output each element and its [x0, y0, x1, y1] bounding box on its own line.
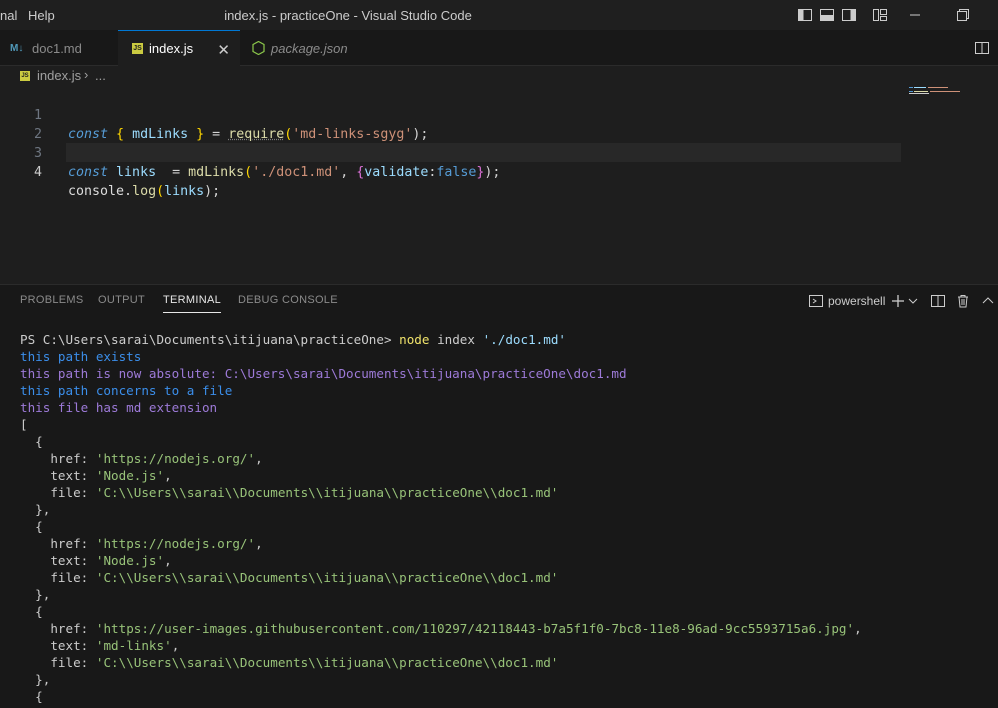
tab-package-json[interactable]: package.json	[240, 30, 370, 66]
terminal-line: file: 'C:\\Users\\sarai\\Documents\\itij…	[50, 570, 559, 585]
tab-debug-console[interactable]: DEBUG CONSOLE	[238, 294, 338, 306]
code-line: 2	[0, 106, 998, 142]
terminal-line: file: 'C:\\Users\\sarai\\Documents\\itij…	[50, 485, 559, 500]
toggle-primary-sidebar-icon[interactable]	[797, 7, 813, 23]
split-editor-icon[interactable]	[974, 40, 990, 56]
tab-label: index.js	[149, 41, 194, 56]
terminal-line: text: 'Node.js',	[50, 553, 172, 568]
restore-icon[interactable]	[940, 0, 986, 30]
terminal-output[interactable]: PS C:\Users\sarai\Documents\itijuana\pra…	[20, 331, 990, 705]
minimize-icon[interactable]	[892, 0, 938, 30]
title-bar: nal Help index.js - practiceOne - Visual…	[0, 0, 998, 30]
chevron-down-icon[interactable]	[907, 293, 919, 309]
js-icon: JS	[20, 71, 30, 81]
editor-tabs: M↓ doc1.md JS index.js ✕ package.json	[0, 30, 998, 66]
terminal-line: PS C:\Users\sarai\Documents\itijuana\pra…	[20, 332, 566, 347]
tab-label: package.json	[271, 40, 348, 56]
breadcrumb-symbols[interactable]: ...	[95, 68, 106, 83]
breadcrumb: JS index.js › ...	[0, 66, 998, 86]
breadcrumb-file[interactable]: index.js	[37, 68, 81, 83]
close-icon[interactable]: ✕	[217, 41, 230, 59]
tab-terminal[interactable]: TERMINAL	[163, 294, 222, 313]
terminal-line: this file has md extension	[20, 400, 218, 415]
terminal-line: href: 'https://nodejs.org/',	[50, 451, 263, 466]
code-line: 1 const { mdLinks } = require('md-links-…	[0, 87, 998, 142]
minimap[interactable]	[908, 86, 968, 98]
window-title: index.js - practiceOne - Visual Studio C…	[224, 8, 472, 23]
js-icon: JS	[132, 43, 143, 54]
customize-layout-icon[interactable]	[872, 7, 888, 23]
tab-problems[interactable]: PROBLEMS	[20, 294, 84, 306]
tab-doc1-md[interactable]: M↓ doc1.md	[0, 30, 118, 66]
tab-index-js[interactable]: JS index.js ✕	[118, 30, 240, 66]
bottom-panel: PROBLEMS OUTPUT TERMINAL DEBUG CONSOLE p…	[0, 284, 998, 708]
line-number: 4	[33, 165, 42, 180]
terminal-line: {	[35, 689, 43, 704]
terminal-line: href: 'https://user-images.githubusercon…	[50, 621, 862, 636]
terminal-icon	[809, 295, 823, 307]
markdown-icon: M↓	[10, 42, 24, 54]
terminal-line: {	[35, 519, 43, 534]
chevron-up-icon[interactable]	[981, 293, 995, 309]
terminal-shell-label[interactable]: powershell	[828, 294, 885, 308]
terminal-line: },	[35, 502, 51, 517]
toggle-secondary-sidebar-icon[interactable]	[841, 7, 857, 23]
terminal-line: this path exists	[20, 349, 142, 364]
terminal-line: {	[35, 434, 43, 449]
terminal-line: {	[35, 604, 43, 619]
chevron-right-icon: ›	[84, 67, 89, 82]
code-line: 4 console.log(links);	[0, 144, 998, 199]
tab-output[interactable]: OUTPUT	[98, 294, 145, 306]
trash-icon[interactable]	[955, 293, 971, 309]
code-line: 3 const links = mdLinks('./doc1.md', {va…	[0, 125, 998, 180]
nodejs-icon	[252, 41, 265, 55]
terminal-line: this path is now absolute: C:\Users\sara…	[20, 366, 627, 381]
toggle-panel-icon[interactable]	[819, 7, 835, 23]
terminal-line: href: 'https://nodejs.org/',	[50, 536, 263, 551]
split-terminal-icon[interactable]	[930, 293, 946, 309]
code-editor[interactable]: 1 const { mdLinks } = require('md-links-…	[0, 86, 998, 284]
new-terminal-icon[interactable]	[890, 293, 906, 309]
terminal-line: this path concerns to a file	[20, 383, 233, 398]
terminal-line: },	[35, 587, 51, 602]
terminal-line: text: 'md-links',	[50, 638, 180, 653]
terminal-line: text: 'Node.js',	[50, 468, 172, 483]
terminal-line: },	[35, 672, 51, 687]
terminal-line: file: 'C:\\Users\\sarai\\Documents\\itij…	[50, 655, 559, 670]
tab-label: doc1.md	[32, 40, 82, 56]
terminal-line: [	[20, 417, 28, 432]
